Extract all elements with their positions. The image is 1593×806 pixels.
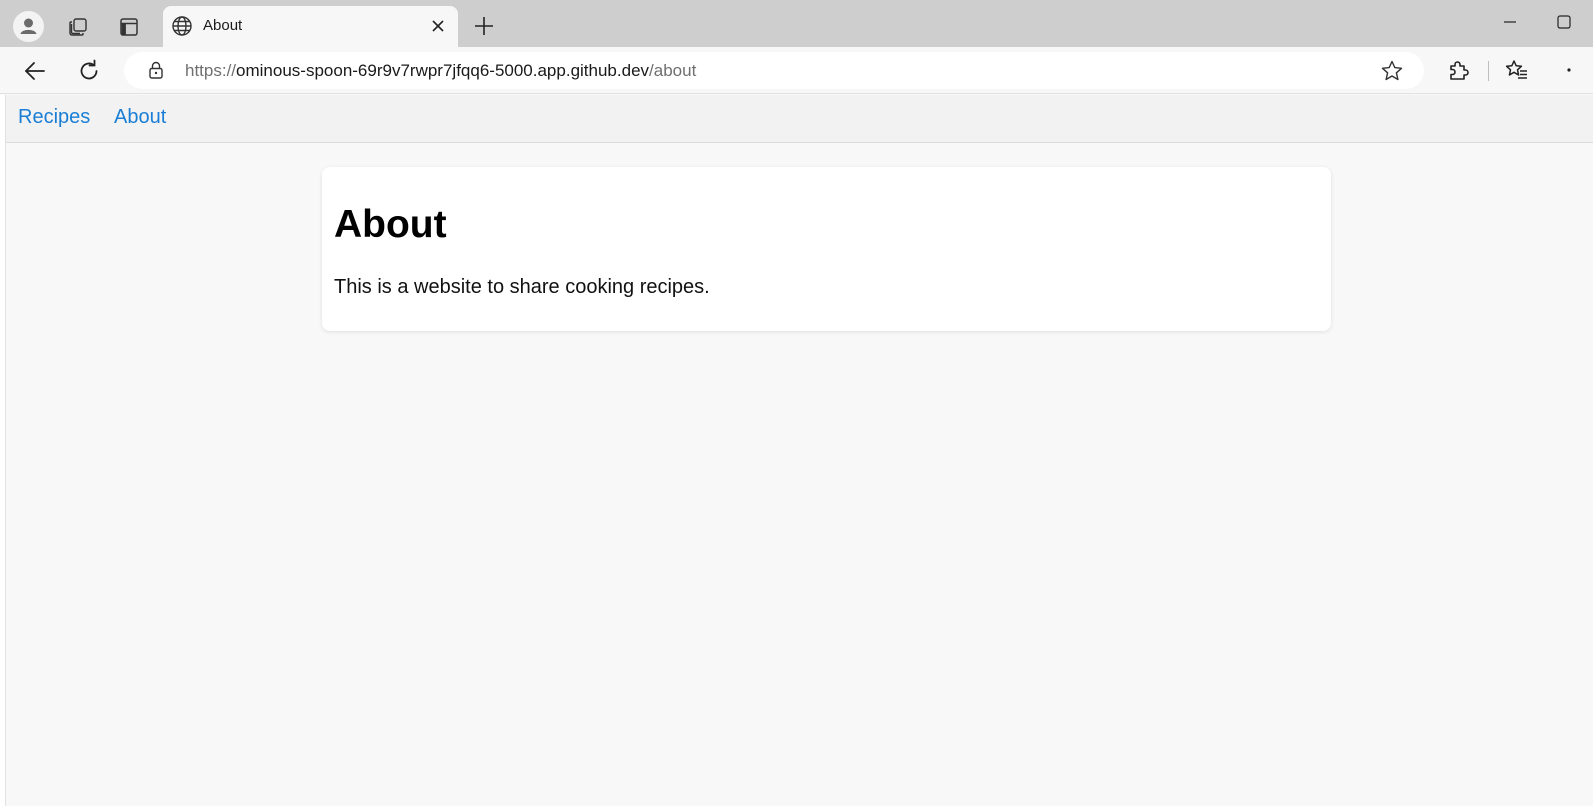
minimize-button[interactable] bbox=[1498, 10, 1522, 34]
url-host: ominous-spoon-69r9v7rwpr7jfqq6-5000.app.… bbox=[236, 61, 650, 80]
more-button[interactable] bbox=[1555, 56, 1583, 84]
back-button[interactable] bbox=[21, 57, 49, 85]
minimize-icon bbox=[1502, 14, 1518, 30]
vertical-tabs-icon bbox=[118, 16, 140, 38]
maximize-icon bbox=[1556, 14, 1572, 30]
profile-icon bbox=[13, 11, 44, 42]
page-description: This is a website to share cooking recip… bbox=[334, 276, 710, 298]
star-icon[interactable] bbox=[1380, 59, 1404, 83]
content-card: About This is a website to share cooking… bbox=[322, 167, 1331, 331]
address-bar[interactable]: https://ominous-spoon-69r9v7rwpr7jfqq6-5… bbox=[124, 52, 1424, 89]
close-icon[interactable] bbox=[429, 17, 447, 35]
favorites-button[interactable] bbox=[1503, 56, 1531, 84]
lock-icon[interactable] bbox=[146, 60, 166, 80]
plus-icon bbox=[473, 15, 495, 37]
workspaces-button[interactable] bbox=[62, 11, 93, 42]
new-tab-button[interactable] bbox=[470, 12, 498, 40]
url-scheme: https:// bbox=[185, 61, 237, 80]
page-viewport: Recipes About About This is a website to… bbox=[0, 95, 1593, 806]
page-heading: About bbox=[334, 203, 447, 246]
more-icon bbox=[1557, 58, 1581, 82]
url-path: /about bbox=[649, 61, 697, 80]
nav-link-about[interactable]: About bbox=[114, 106, 166, 129]
back-arrow-icon bbox=[23, 59, 47, 83]
reload-button[interactable] bbox=[75, 57, 103, 85]
tab-title: About bbox=[203, 17, 243, 34]
globe-icon bbox=[171, 15, 193, 37]
favorites-icon bbox=[1505, 58, 1529, 82]
reload-icon bbox=[77, 59, 101, 83]
browser-toolbar: https://ominous-spoon-69r9v7rwpr7jfqq6-5… bbox=[0, 47, 1593, 94]
vertical-tabs-button[interactable] bbox=[113, 11, 144, 42]
site-navbar: Recipes About bbox=[6, 95, 1593, 143]
url-text[interactable]: https://ominous-spoon-69r9v7rwpr7jfqq6-5… bbox=[185, 61, 696, 81]
side-panel-edge bbox=[0, 95, 6, 806]
workspaces-icon bbox=[67, 16, 89, 38]
puzzle-icon bbox=[1447, 58, 1471, 82]
toolbar-divider bbox=[1488, 61, 1489, 81]
extensions-button[interactable] bbox=[1445, 56, 1473, 84]
nav-link-recipes[interactable]: Recipes bbox=[18, 106, 90, 129]
maximize-button[interactable] bbox=[1552, 10, 1576, 34]
browser-tab-active[interactable]: About bbox=[163, 6, 458, 47]
profile-button[interactable] bbox=[13, 11, 44, 42]
browser-tab-strip: About bbox=[0, 0, 1593, 47]
